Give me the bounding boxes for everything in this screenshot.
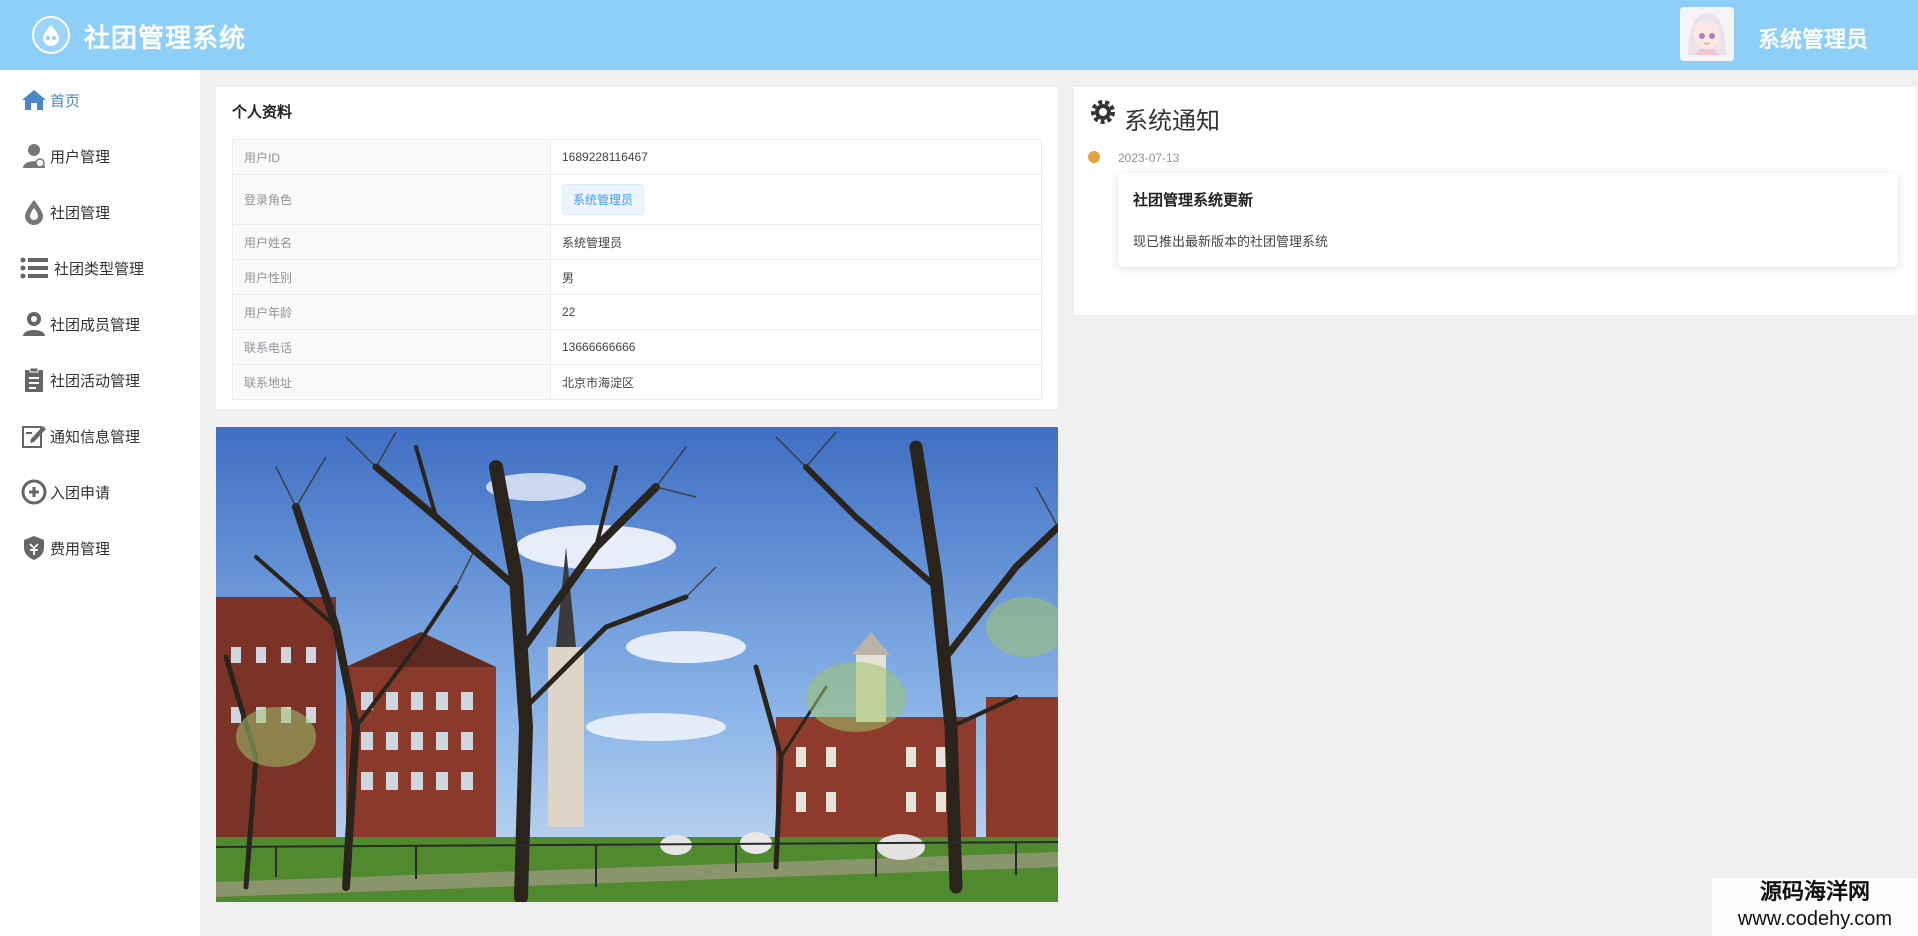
profile-title: 个人资料 [232,104,293,121]
sidebar-item-home[interactable]: 首页 [0,78,200,122]
sidebar-item-fee-management[interactable]: 费用管理 [0,526,200,570]
table-row: 用户ID 1689228116467 [232,139,1042,175]
row-value: 13666666666 [550,329,1042,365]
row-value: 北京市海淀区 [550,364,1042,400]
sidebar-item-member-management[interactable]: 社团成员管理 [0,302,200,346]
sidebar-item-label: 社团管理 [50,204,111,222]
profile-table: 用户ID 1689228116467 登录角色 系统管理员 用户姓名 系统管理员… [232,139,1042,400]
user-name[interactable]: 系统管理员 [1758,22,1868,54]
row-label: 用户姓名 [232,224,551,260]
drop-logo-icon [32,16,70,54]
avatar[interactable] [1680,7,1734,61]
table-row: 用户年龄 22 [232,294,1042,330]
row-value-cell: 系统管理员 [550,174,1042,225]
campus-photo [216,427,1058,902]
home-icon [20,86,48,114]
sidebar-item-label: 入团申请 [50,484,111,502]
row-label: 登录角色 [232,174,551,225]
row-value: 1689228116467 [550,139,1042,175]
user-icon [20,142,48,170]
sidebar-item-label: 社团类型管理 [54,260,145,278]
row-label: 联系地址 [232,364,551,400]
row-value: 男 [550,259,1042,295]
row-label: 用户ID [232,139,551,175]
table-row: 用户姓名 系统管理员 [232,224,1042,260]
notice-item-title: 社团管理系统更新 [1133,192,1254,209]
sidebar: 首页 用户管理 社团管理 社团类型管理 社团成员管理 社团活动管理 通知信息管理… [0,70,200,936]
table-row: 用户性别 男 [232,259,1042,295]
app-title: 社团管理系统 [84,23,247,53]
notice-card: 系统通知 2023-07-13 社团管理系统更新 现已推出最新版本的社团管理系统 [1074,87,1916,315]
row-value: 系统管理员 [550,224,1042,260]
role-tag: 系统管理员 [562,184,645,215]
sidebar-item-notice-management[interactable]: 通知信息管理 [0,414,200,458]
sidebar-item-label: 社团活动管理 [50,372,141,390]
gear-icon [1088,97,1118,127]
watermark-name: 源码海洋网 [1759,879,1870,904]
top-header: 社团管理系统 系统管理员 [0,0,1918,70]
list-icon [20,254,48,282]
money-shield-icon [20,534,48,562]
notice-date: 2023-07-13 [1118,151,1180,165]
member-icon [20,310,48,338]
sidebar-item-label: 用户管理 [50,148,111,166]
table-row: 联系电话 13666666666 [232,329,1042,365]
sidebar-item-label: 首页 [50,92,81,110]
notice-item[interactable]: 社团管理系统更新 现已推出最新版本的社团管理系统 [1118,173,1898,267]
sidebar-item-club-management[interactable]: 社团管理 [0,190,200,234]
row-label: 联系电话 [232,329,551,365]
document-icon [20,366,48,394]
sidebar-item-activity-management[interactable]: 社团活动管理 [0,358,200,402]
row-label: 用户性别 [232,259,551,295]
watermark-url: www.codehy.com [1737,908,1893,930]
sidebar-item-label: 费用管理 [50,540,111,558]
row-value: 22 [550,294,1042,330]
row-label: 用户年龄 [232,294,551,330]
edit-icon [20,422,48,450]
watermark: 源码海洋网 www.codehy.com [1712,878,1918,936]
drop-icon [20,198,48,226]
timeline-dot [1088,151,1100,163]
table-row: 联系地址 北京市海淀区 [232,364,1042,400]
notice-title: 系统通知 [1124,108,1220,135]
sidebar-item-label: 通知信息管理 [50,428,141,446]
notice-item-content: 现已推出最新版本的社团管理系统 [1133,234,1329,249]
sidebar-item-join-application[interactable]: 入团申请 [0,470,200,514]
profile-card: 个人资料 用户ID 1689228116467 登录角色 系统管理员 用户姓名 … [216,87,1058,409]
sidebar-item-label: 社团成员管理 [50,316,141,334]
sidebar-item-user-management[interactable]: 用户管理 [0,134,200,178]
add-circle-icon [20,478,48,506]
sidebar-item-club-type-management[interactable]: 社团类型管理 [0,246,200,290]
table-row: 登录角色 系统管理员 [232,174,1042,225]
